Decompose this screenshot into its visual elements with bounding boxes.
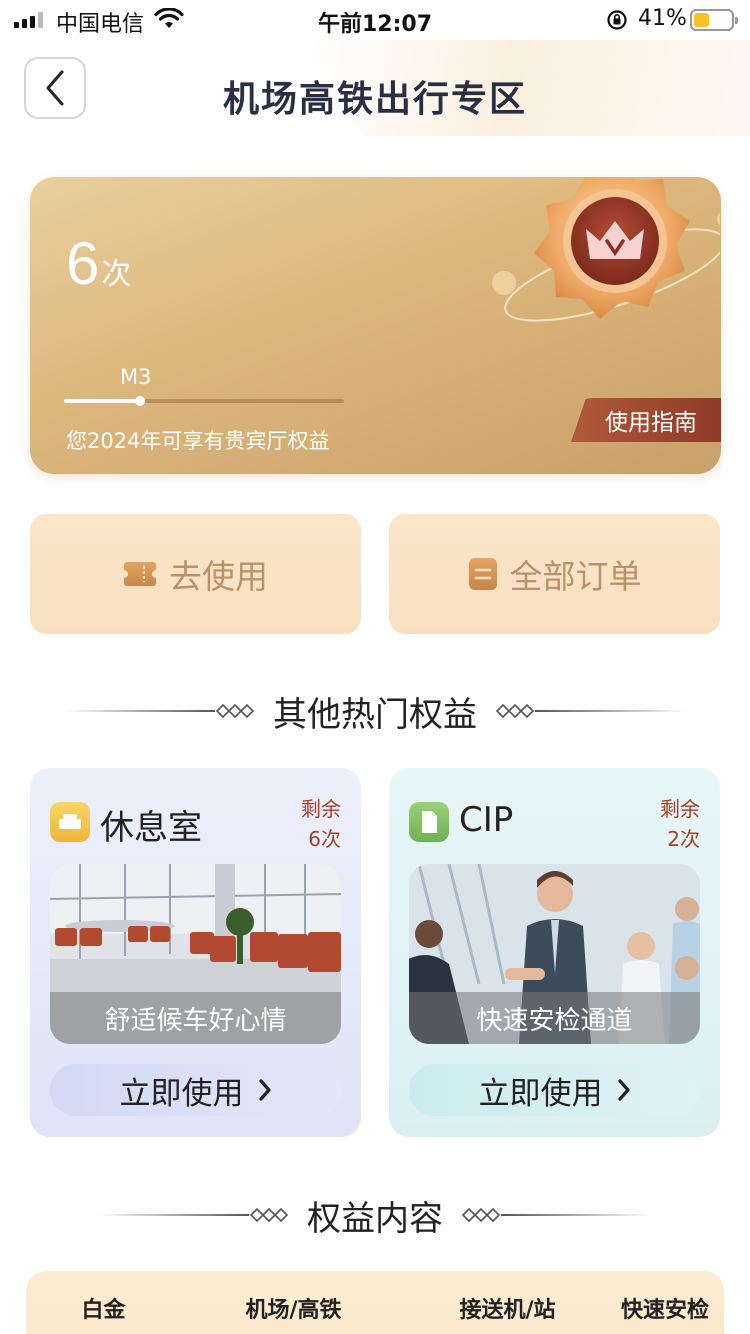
page-title: 机场高铁出行专区 bbox=[222, 79, 527, 120]
table-header-cell: 白金 bbox=[81, 1298, 126, 1323]
photo-caption: 舒适候车好心情 bbox=[50, 992, 341, 1044]
go-use-label: 去使用 bbox=[169, 557, 268, 596]
all-orders-label: 全部订单 bbox=[509, 557, 642, 596]
crown-medal-icon bbox=[492, 177, 720, 322]
sofa-icon bbox=[50, 802, 90, 842]
lounge-benefit-card[interactable]: 休息室 剩余 6次 舒适候车好心情 立即使用 bbox=[30, 768, 361, 1137]
section-title: 其他热门权益 bbox=[273, 694, 477, 735]
benefit-name: 休息室 bbox=[100, 808, 202, 848]
hot-benefits-header: 其他热门权益 bbox=[0, 688, 750, 735]
status-bar: 中国电信 午前12:07 41% bbox=[0, 0, 750, 40]
cip-photo: 快速安检通道 bbox=[409, 864, 700, 1044]
table-header-cell: 接送机/站 bbox=[459, 1298, 556, 1323]
document-icon bbox=[409, 802, 449, 842]
remaining-badge: 剩余 2次 bbox=[660, 794, 700, 854]
rotation-lock-icon bbox=[607, 10, 627, 30]
divider-line bbox=[65, 710, 215, 712]
divider-line bbox=[501, 1214, 651, 1216]
remaining-label: 剩余 bbox=[301, 797, 341, 821]
cip-benefit-card[interactable]: CIP 剩余 2次 快速安检通道 立即使用 bbox=[389, 768, 720, 1137]
divider-line bbox=[99, 1214, 249, 1216]
divider-line bbox=[535, 710, 685, 712]
ornament-icon bbox=[495, 703, 535, 719]
chevron-right-icon bbox=[258, 1079, 271, 1101]
table-header-cell: 机场/高铁 bbox=[245, 1298, 342, 1323]
count-number: 6 bbox=[66, 230, 100, 297]
use-now-button[interactable]: 立即使用 bbox=[50, 1064, 341, 1116]
benefit-description: 您2024年可享有贵宾厅权益 bbox=[66, 429, 330, 453]
all-orders-button[interactable]: 全部订单 bbox=[389, 514, 720, 634]
usage-guide-button[interactable]: 使用指南 bbox=[571, 398, 721, 442]
benefit-name: CIP bbox=[459, 800, 514, 840]
remaining-label: 剩余 bbox=[660, 797, 700, 821]
level-label: M3 bbox=[120, 365, 152, 389]
count-unit: 次 bbox=[101, 257, 132, 292]
ticket-icon bbox=[124, 562, 156, 586]
battery-icon bbox=[690, 9, 738, 31]
remaining-badge: 剩余 6次 bbox=[301, 794, 341, 854]
remaining-count: 6 次 bbox=[66, 229, 131, 298]
use-now-button[interactable]: 立即使用 bbox=[409, 1064, 700, 1116]
ornament-icon bbox=[461, 1207, 501, 1223]
section-title: 权益内容 bbox=[307, 1198, 443, 1239]
membership-card: 6 次 M3 您2024年可享有贵宾厅权益 使用指南 bbox=[30, 177, 721, 474]
level-progress-bar bbox=[64, 396, 344, 406]
use-now-label: 立即使用 bbox=[119, 1075, 244, 1112]
rights-content-header: 权益内容 bbox=[0, 1192, 750, 1239]
remaining-count: 2次 bbox=[667, 827, 700, 851]
chevron-right-icon bbox=[617, 1079, 630, 1101]
order-list-icon bbox=[468, 558, 497, 590]
table-header-cell: 快速安检 bbox=[620, 1298, 709, 1323]
lounge-photo: 舒适候车好心情 bbox=[50, 864, 341, 1044]
remaining-count: 6次 bbox=[308, 827, 341, 851]
ornament-icon bbox=[249, 1207, 289, 1223]
photo-caption: 快速安检通道 bbox=[409, 992, 700, 1044]
battery-level-fill bbox=[694, 13, 709, 27]
use-now-label: 立即使用 bbox=[478, 1075, 603, 1112]
go-use-button[interactable]: 去使用 bbox=[30, 514, 361, 634]
level-progress-fill bbox=[64, 399, 140, 403]
ornament-icon bbox=[215, 703, 255, 719]
level-progress-knob bbox=[134, 396, 145, 406]
battery-percent: 41% bbox=[638, 6, 687, 31]
rights-table: 白金 机场/高铁 接送机/站 快速安检 bbox=[26, 1271, 724, 1334]
